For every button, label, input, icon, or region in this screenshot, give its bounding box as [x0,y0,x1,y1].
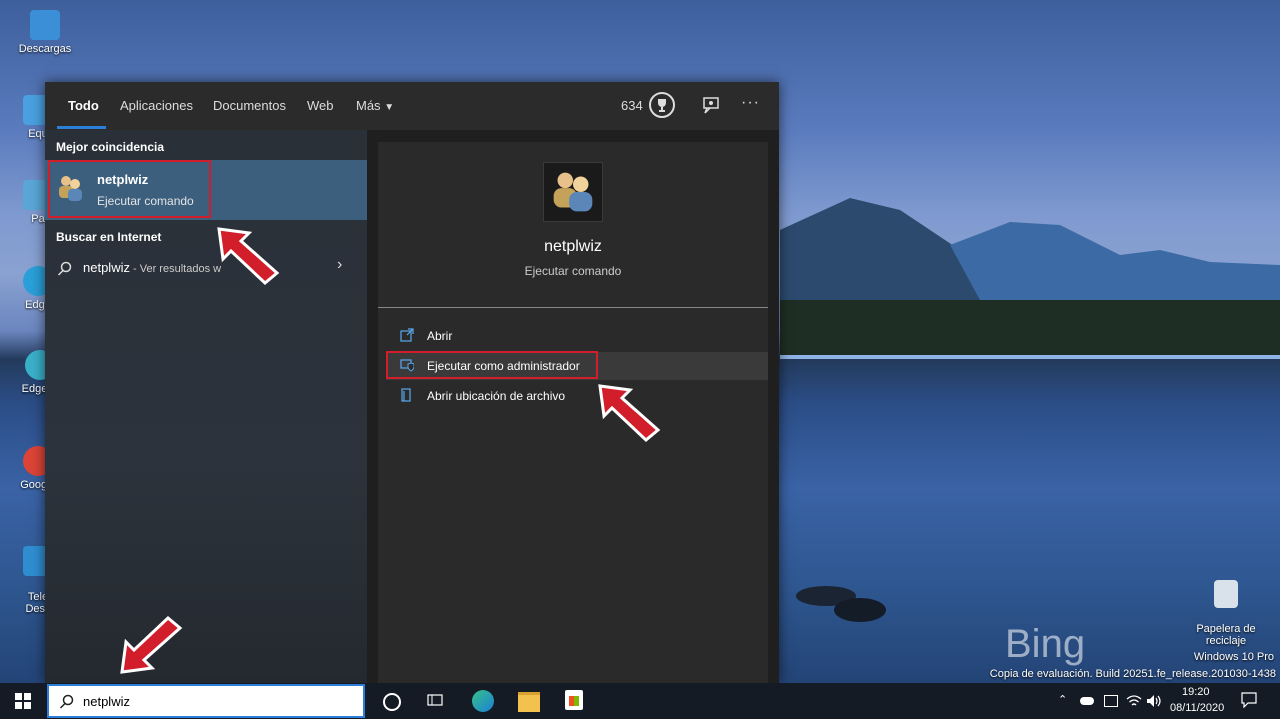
store-logo [569,696,579,706]
tab-aplicaciones[interactable]: Aplicaciones [120,98,193,113]
file-explorer-icon[interactable] [518,692,540,712]
folder-icon [401,388,411,402]
trophy-icon[interactable] [649,92,675,118]
tab-web[interactable]: Web [307,98,334,113]
feedback-icon[interactable] [703,96,721,114]
action-label: Abrir ubicación de archivo [427,389,566,403]
more-options-icon[interactable]: ··· [741,94,760,112]
tab-todo[interactable]: Todo [68,98,99,113]
web-result-text: netplwiz - Ver resultados w [83,260,221,275]
preview-app-name: netplwiz [544,238,602,255]
action-abrir[interactable]: Abrir [386,322,768,350]
notifications-icon[interactable] [1241,692,1257,708]
preview-app-type: Ejecutar comando [524,264,622,278]
highlight-box-best-match [48,160,211,218]
preview-pane: netplwiz Ejecutar comando Abrir Ejecutar… [378,142,768,683]
web-result-query: netplwiz [83,260,130,275]
chevron-up-icon[interactable]: ⌃ [1058,693,1067,706]
tab-mas[interactable]: Más ▼ [356,98,394,113]
download-folder-icon [30,10,60,40]
web-search-result[interactable]: netplwiz - Ver resultados w › [45,256,367,280]
preview-app-icon [543,162,603,222]
annotation-arrow-search-box [120,615,183,674]
desktop-icon-label: Papelera de reciclaje [1196,623,1256,647]
rewards-points: 634 [621,98,643,113]
edge-taskbar-icon[interactable] [472,690,494,712]
clock-date[interactable]: 08/11/2020 [1170,702,1224,714]
action-label: Abrir [427,329,453,343]
tab-mas-label: Más [356,98,381,113]
highlight-box-run-as-admin [386,351,598,379]
cortana-icon[interactable] [383,693,401,711]
action-open-file-location[interactable]: Abrir ubicación de archivo [386,382,768,410]
watermark-build: Copia de evaluación. Build 20251.fe_rele… [989,668,1276,680]
desktop-icon-label: Pa [31,213,45,225]
best-match-heading: Mejor coincidencia [56,140,165,154]
users-icon [553,172,593,212]
tab-documentos[interactable]: Documentos [213,98,286,113]
bing-logo: Bing [1005,622,1086,666]
web-search-heading: Buscar en Internet [56,230,162,244]
desktop-icon-descargas[interactable]: Descargas [5,10,85,55]
search-input[interactable]: netplwiz [83,694,130,709]
open-icon [400,328,414,342]
wifi-icon[interactable] [1126,694,1142,708]
task-view-icon[interactable] [426,692,444,708]
recycle-bin-icon [1214,580,1238,608]
watermark-edition: Windows 10 Pro [1193,651,1274,663]
annotation-arrow-best-match [217,227,280,286]
windows-start-icon[interactable] [15,693,31,709]
results-list: Mejor coincidencia netplwiz Ejecutar com… [45,130,367,683]
search-tabs-bar: Todo Aplicaciones Documentos Web Más ▼ 6… [45,82,779,130]
cloud-icon[interactable] [1080,697,1094,705]
desktop-icon-label: Descargas [18,43,72,55]
active-tab-indicator [57,126,106,129]
search-icon [59,694,74,709]
volume-icon[interactable] [1146,694,1162,708]
taskbar-search-box[interactable]: netplwiz [47,684,365,718]
preview-divider [378,307,768,308]
web-result-suffix: - Ver resultados w [129,263,222,275]
chevron-down-icon: ▼ [384,102,395,113]
search-icon [57,261,72,276]
chevron-right-icon[interactable]: › [337,256,342,274]
store-icon[interactable] [565,690,583,710]
clock-time[interactable]: 19:20 [1182,686,1210,698]
desktop-icon-recycle-bin[interactable]: Papelera de reciclaje [1186,568,1266,647]
network-icon[interactable] [1104,695,1118,707]
search-panel: Todo Aplicaciones Documentos Web Más ▼ 6… [45,82,779,683]
annotation-arrow-run-as-admin [598,384,661,443]
